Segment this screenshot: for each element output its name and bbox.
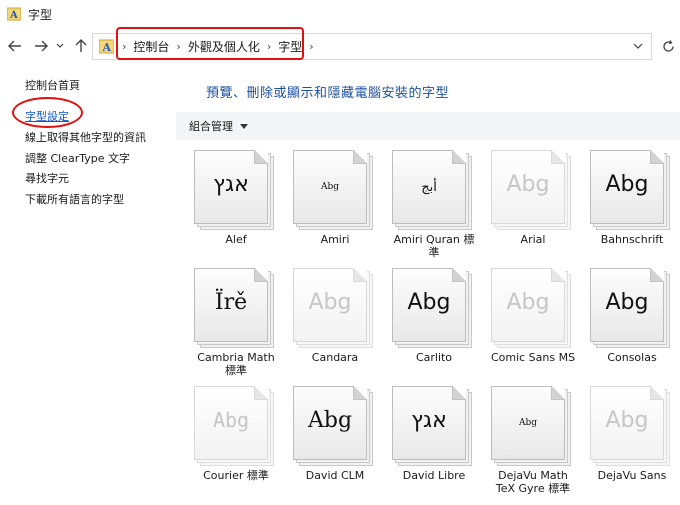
font-name-label: Consolas	[607, 351, 657, 364]
organize-dropdown-icon[interactable]	[240, 123, 248, 129]
font-sample-preview: Abg	[407, 290, 451, 315]
font-file-icon: Abg	[590, 150, 674, 234]
font-file-icon: Abg	[293, 268, 377, 352]
page-heading: 預覽、刪除或顯示和隱藏電腦安裝的字型	[206, 86, 450, 101]
sidebar-item-download-fonts[interactable]: 下載所有語言的字型	[25, 191, 124, 207]
font-sample-preview: אגץ	[411, 408, 447, 433]
font-file-icon: Abg	[491, 386, 575, 470]
fonts-folder-icon: A	[97, 38, 115, 56]
font-file-icon: Abg	[491, 268, 575, 352]
font-sample-preview: Abg	[506, 290, 550, 315]
font-sample-preview: Abg	[320, 182, 340, 192]
font-file-icon: אגץ	[392, 386, 476, 470]
refresh-icon[interactable]	[660, 37, 676, 55]
font-sample-preview: Abg	[518, 418, 538, 428]
font-file-icon: Abg	[194, 386, 278, 470]
svg-text:A: A	[101, 41, 111, 54]
breadcrumb-separator-icon: ›	[309, 40, 314, 53]
font-file-icon: Abg	[491, 150, 575, 234]
window-title: 字型	[28, 7, 53, 22]
font-sample-preview: Abg	[605, 408, 649, 433]
command-toolbar: 組合管理	[176, 112, 680, 140]
svg-text:A: A	[9, 10, 18, 21]
font-file-icon: Abg	[590, 268, 674, 352]
font-file-icon: Abg	[590, 386, 674, 470]
font-sample-preview: Abg	[605, 290, 649, 315]
font-grid: אגץ Alef Abg Amiri أبج Amiri Quran 標 準 Abg Aria…	[176, 140, 680, 505]
font-sample-preview: Abg	[212, 408, 250, 432]
recent-locations-chevron-icon[interactable]	[54, 36, 66, 56]
sidebar-item-adjust-cleartype[interactable]: 調整 ClearType 文字	[25, 150, 130, 166]
font-name-label: DejaVu Sans	[597, 469, 667, 482]
font-file-icon: أبج	[392, 150, 476, 234]
font-file-icon: Abg	[293, 386, 377, 470]
font-file-icon: Abg	[392, 268, 476, 352]
font-sample-preview: אגץ	[213, 172, 249, 197]
font-settings-highlight-annotation	[12, 97, 83, 128]
navigation-bar: A › 控制台 › 外觀及個人化 › 字型 ›	[0, 30, 680, 62]
font-file-icon: Ïrě	[194, 268, 278, 352]
font-name-label: Bahnschrift	[600, 233, 664, 246]
font-sample-preview: Abg	[605, 172, 649, 197]
sidebar-item-control-panel-home[interactable]: 控制台首頁	[25, 77, 80, 93]
font-sample-preview: Abg	[307, 408, 353, 433]
font-sample-preview: Ïrě	[214, 290, 248, 315]
organize-button[interactable]: 組合管理	[189, 118, 233, 134]
forward-arrow-icon[interactable]	[32, 36, 50, 56]
up-arrow-icon[interactable]	[72, 36, 90, 56]
font-sample-preview: Abg	[506, 172, 550, 197]
address-dropdown-chevron-icon[interactable]	[631, 38, 645, 54]
breadcrumb-highlight-annotation	[116, 27, 304, 60]
sidebar-item-find-character[interactable]: 尋找字元	[25, 170, 69, 186]
font-file-icon: אגץ	[194, 150, 278, 234]
sidebar-item-get-fonts-online[interactable]: 線上取得其他字型的資訊	[25, 129, 146, 145]
font-sample-preview: Abg	[308, 290, 352, 315]
font-file-icon: Abg	[293, 150, 377, 234]
title-bar: A 字型	[0, 0, 680, 28]
back-arrow-icon[interactable]	[6, 36, 24, 56]
font-sample-preview: أبج	[421, 180, 437, 195]
fonts-folder-icon: A	[6, 6, 22, 22]
